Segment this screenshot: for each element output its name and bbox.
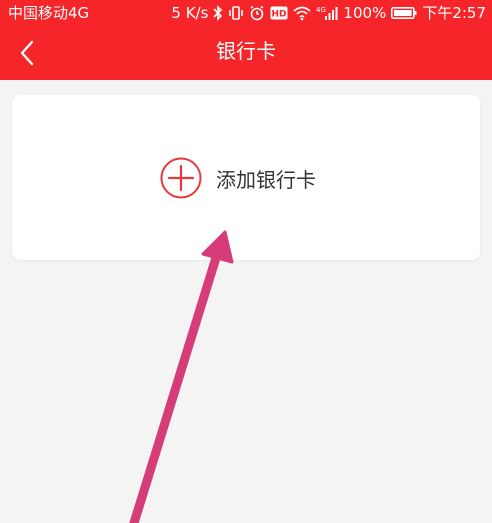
header: 中国移动4G 5 K/s HD 4G 100% 下午2:57 银行卡 [0, 0, 492, 80]
hd-badge-text: HD [272, 10, 287, 20]
nav-bar: 银行卡 [0, 26, 492, 80]
carrier-label: 中国移动4G [8, 4, 90, 22]
vibrate-icon [228, 5, 244, 21]
hd-icon: HD [270, 6, 288, 20]
bank-card-panel: 添加银行卡 [12, 95, 480, 260]
status-icons: 5 K/s HD 4G 100% 下午2:57 [171, 0, 486, 26]
network-speed: 5 K/s [171, 4, 209, 22]
network-type-label: 4G [316, 6, 326, 14]
battery-percent: 100% [343, 4, 387, 22]
wifi-icon [293, 5, 311, 21]
status-bar: 中国移动4G 5 K/s HD 4G 100% 下午2:57 [0, 0, 492, 26]
page-title: 银行卡 [216, 39, 276, 63]
chevron-left-icon [20, 40, 34, 66]
add-bank-card-label: 添加银行卡 [216, 167, 316, 192]
signal-icon: 4G [316, 5, 338, 21]
add-bank-card-button[interactable]: 添加银行卡 [160, 156, 316, 200]
battery-icon [391, 6, 417, 20]
alarm-icon [249, 5, 265, 21]
plus-circle-icon [160, 157, 202, 199]
clock: 下午2:57 [422, 4, 486, 22]
bluetooth-icon [213, 5, 223, 21]
back-button[interactable] [10, 36, 44, 70]
